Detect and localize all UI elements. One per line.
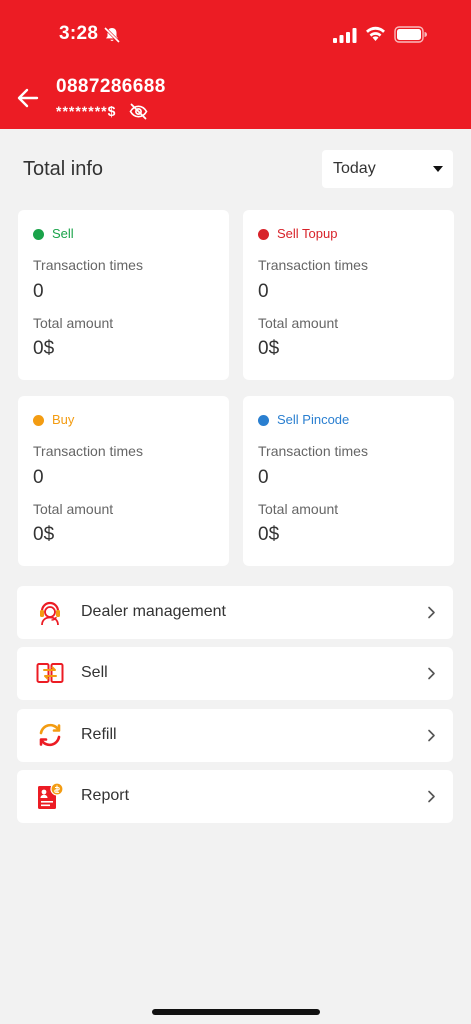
status-dot — [33, 415, 44, 426]
card-title: Sell Topup — [277, 226, 338, 241]
arrow-left-icon[interactable] — [17, 87, 39, 109]
menu-item-sell[interactable]: Sell — [17, 647, 453, 700]
transaction-times-value: 0 — [258, 467, 269, 488]
refill-cycle-icon — [39, 723, 61, 747]
menu-label: Report — [81, 787, 130, 804]
total-amount-label: Total amount — [258, 501, 339, 517]
sell-exchange-icon — [36, 663, 64, 683]
transaction-times-value: 0 — [258, 281, 269, 302]
total-amount-value: 0$ — [33, 338, 55, 359]
chevron-right-icon — [428, 729, 435, 742]
menu-label: Dealer management — [81, 603, 226, 620]
battery-icon — [394, 26, 427, 43]
status-time: 3:28 — [59, 23, 99, 44]
transaction-times-label: Transaction times — [33, 257, 143, 273]
menu-label: Refill — [81, 726, 117, 743]
transaction-times-label: Transaction times — [33, 443, 143, 459]
chevron-right-icon — [428, 790, 435, 803]
menu-item-dealer-management[interactable]: Dealer management — [17, 586, 453, 639]
period-dropdown[interactable]: Today — [322, 150, 453, 188]
menu-item-refill[interactable]: Refill — [17, 709, 453, 762]
account-number: 0887286688 — [56, 76, 166, 97]
transaction-times-value: 0 — [33, 281, 44, 302]
bell-muted-icon — [103, 26, 121, 44]
total-amount-label: Total amount — [33, 315, 114, 331]
total-amount-value: 0$ — [258, 338, 280, 359]
chevron-right-icon — [428, 606, 435, 619]
app-header: 3:28 0887286688 ********$ — [0, 0, 471, 129]
summary-card-sell-topup: Sell Topup Transaction times 0 Total amo… — [243, 210, 454, 380]
summary-card-sell-pincode: Sell Pincode Transaction times 0 Total a… — [243, 396, 454, 566]
card-title: Sell — [52, 226, 74, 241]
account-balance: ********$ — [56, 103, 117, 119]
total-amount-label: Total amount — [33, 501, 114, 517]
dealer-headset-icon — [40, 601, 60, 626]
period-value: Today — [333, 160, 376, 177]
menu-item-report[interactable]: Report — [17, 770, 453, 823]
card-title: Sell Pincode — [277, 412, 350, 427]
status-dot — [258, 415, 269, 426]
total-info-title: Total info — [23, 158, 104, 180]
total-amount-value: 0$ — [33, 524, 55, 545]
signal-icon — [333, 28, 357, 43]
chevron-right-icon — [428, 667, 435, 680]
summary-card-sell: Sell Transaction times 0 Total amount 0$ — [18, 210, 229, 380]
transaction-times-label: Transaction times — [258, 443, 368, 459]
card-title: Buy — [52, 412, 75, 427]
total-amount-label: Total amount — [258, 315, 339, 331]
home-indicator[interactable] — [152, 1009, 320, 1015]
status-dot — [258, 229, 269, 240]
wifi-icon — [366, 26, 385, 41]
status-dot — [33, 229, 44, 240]
summary-card-buy: Buy Transaction times 0 Total amount 0$ — [18, 396, 229, 566]
transaction-times-label: Transaction times — [258, 257, 368, 273]
report-document-icon — [38, 782, 64, 809]
total-amount-value: 0$ — [258, 524, 280, 545]
eye-off-icon[interactable] — [129, 103, 148, 120]
caret-down-icon — [433, 166, 443, 172]
menu-label: Sell — [81, 664, 108, 681]
transaction-times-value: 0 — [33, 467, 44, 488]
